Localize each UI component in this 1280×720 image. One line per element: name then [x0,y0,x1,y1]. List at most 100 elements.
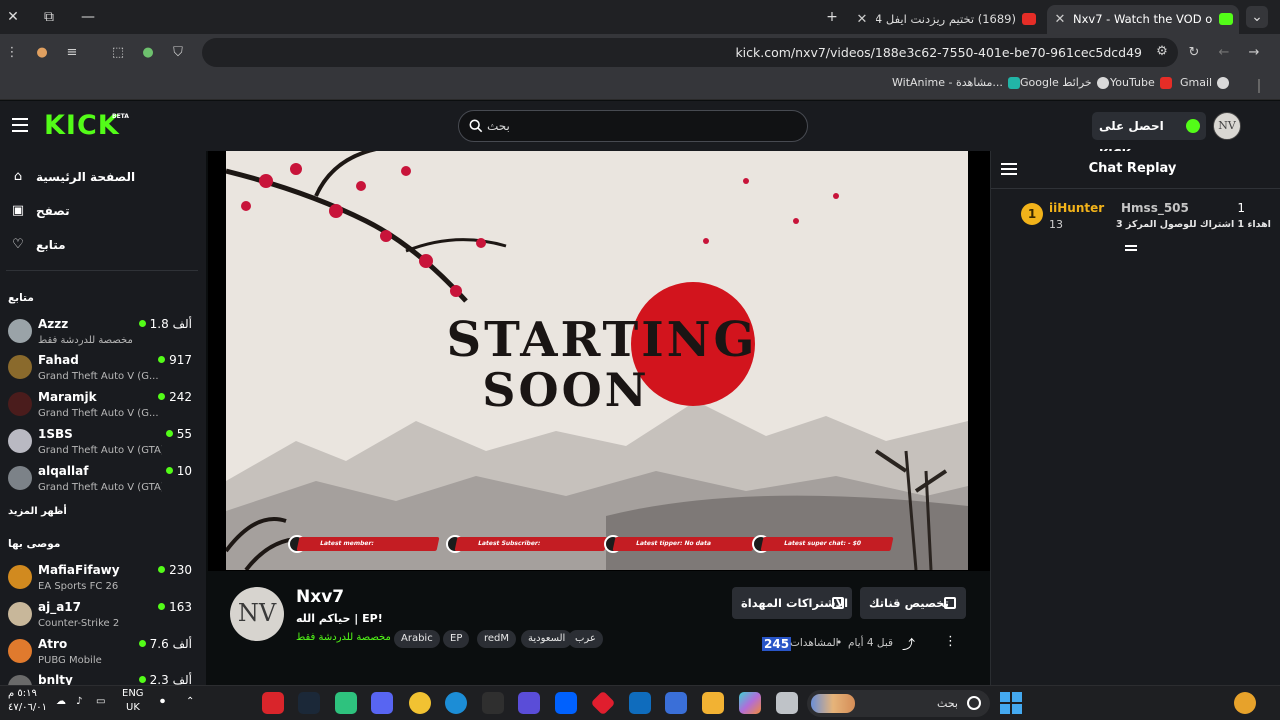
volume-icon[interactable]: ♪ [76,696,82,708]
viewer-count: 230 [158,563,192,577]
more-options-icon[interactable]: ⋮ [944,634,957,649]
media-app-icon[interactable] [262,692,284,714]
channel-avatar[interactable]: NV [230,587,284,641]
followed-channel-item[interactable]: Azzz مخصصة للدردشة فقط 1.8 ألف [0,315,206,351]
app-green-icon[interactable] [335,692,357,714]
followed-channel-item[interactable]: Fahad Grand Theft Auto V (G... 917 [0,351,206,387]
tab-close-icon[interactable]: ✕ [854,5,870,34]
bookmark-witanime[interactable]: WitAnime - مشاهدة... [892,72,1020,100]
shield-icon[interactable]: ⛉ [168,43,188,63]
pinned-expand-icon[interactable] [1125,245,1137,255]
edge-icon[interactable] [445,692,467,714]
bookmark-gmail[interactable]: Gmail [1180,72,1230,100]
close-window-icon[interactable]: ✕ [2,6,24,28]
dropbox-icon[interactable] [555,692,577,714]
app-red-diamond-icon[interactable] [590,690,616,716]
chat-title: Chat Replay [1088,161,1177,176]
minimize-window-icon[interactable]: — [77,6,99,28]
tray-chevron-icon[interactable]: ⌃ [186,696,194,708]
gift-subs-button[interactable]: الاشتراكات المهداة [732,587,852,619]
chrome-icon[interactable] [409,692,431,714]
followed-channel-item[interactable]: alqallaf Grand Theft Auto V (GTA) 10 [0,462,206,498]
followed-channel-item[interactable]: Maramjk Grand Theft Auto V (G... 242 [0,388,206,424]
tag-arab[interactable]: عرب [568,630,603,648]
clock-date[interactable]: ٤٧/٠٦/٠١ [8,702,47,714]
copilot-icon[interactable] [739,692,761,714]
sidebar-divider [6,270,198,271]
tag-saudi[interactable]: السعودية [521,630,573,648]
recommended-channel-item[interactable]: MafiaFifawy EA Sports FC 26 230 [0,561,206,597]
sidebar-item-label: الصفحة الرئيسية [36,170,136,184]
file-explorer-icon[interactable] [702,692,724,714]
forward-icon[interactable]: → [1244,43,1264,63]
epic-games-icon[interactable] [482,692,504,714]
network-icon[interactable]: ☁ [56,696,66,708]
recommended-channel-item[interactable]: Atro PUBG Mobile 7.6 ألف [0,635,206,671]
back-icon[interactable]: ← [1214,43,1234,63]
channel-avatar [8,429,32,453]
recommended-channel-item[interactable]: bnlty 2.3 ألف [0,671,206,685]
video-frame[interactable]: STARTING SOON Latest member: Latest Subs… [226,151,968,570]
steam-icon[interactable] [298,692,320,714]
search-input[interactable]: بحث [458,110,808,142]
get-kicks-button[interactable]: احصل على KICKs [1092,112,1206,161]
recommended-channel-item[interactable]: aj_a17 Counter-Strike 2 163 [0,598,206,634]
kick-logo[interactable]: KICK [44,110,120,141]
weather-icon[interactable] [1234,692,1256,714]
extensions-icon[interactable]: ⬚ [108,43,128,63]
tag-arabic[interactable]: Arabic [394,630,440,648]
tag-redm[interactable]: redM [477,630,517,648]
hamburger-menu-icon[interactable] [12,118,28,132]
tab-close-icon[interactable]: ✕ [1052,5,1068,34]
chat-username[interactable]: Hmss_505 [1121,201,1189,215]
customize-channel-button[interactable]: تخصيص قناتك [860,587,966,619]
language-top[interactable]: ENG [122,688,144,700]
store-icon[interactable] [665,692,687,714]
menu-dots-icon[interactable]: ⋮ [2,43,22,63]
task-view-icon[interactable] [776,692,798,714]
windows-start-icon[interactable] [1000,692,1022,714]
discord-icon[interactable] [371,692,393,714]
tab-search-chevron-icon[interactable]: ⌄ [1246,6,1268,28]
outlook-icon[interactable] [629,692,651,714]
taskbar-search[interactable]: بحث [807,690,990,717]
video-player[interactable]: STARTING SOON Latest member: Latest Subs… [208,151,990,571]
url-text[interactable]: kick.com/nxv7/videos/188e3c62-7550-401e-… [735,38,1142,67]
tag-ep[interactable]: EP [443,630,470,648]
battery-icon[interactable]: ▭ [96,696,105,708]
followed-channel-item[interactable]: 1SBS Grand Theft Auto V (GTA) 55 [0,425,206,461]
channel-name: Azzz [38,317,69,331]
bookmark-google-maps[interactable]: Google خرائط [1020,72,1109,100]
tab-kick[interactable]: ✕ Nxv7 - Watch the VOD on Kick [1047,5,1239,34]
language-bottom[interactable]: UK [126,702,140,714]
new-tab-button[interactable]: + [821,6,843,28]
app-purple-icon[interactable] [518,692,540,714]
sidebar-item-home[interactable]: ⌂ الصفحة الرئيسية [0,163,206,191]
bookmark-label: Google خرائط [1020,76,1092,89]
restore-window-icon[interactable]: ⧉ [38,6,60,28]
reading-list-icon[interactable]: ≡ [62,43,82,63]
kick-header: KICK BETA بحث احصل على KICKs NV [0,101,1280,161]
clock-time[interactable]: ٥:١٩ م [8,688,37,700]
bookmarks-bar: Gmail YouTube Google خرائط WitAnime - مش… [0,72,1280,100]
sidebar-item-following[interactable]: ♡ متابع [0,231,206,259]
show-more-link[interactable]: أظهر المزيد [8,506,67,517]
microphone-icon[interactable]: ⏺ [160,696,165,708]
channel-name[interactable]: Nxv7 [296,587,344,607]
extension-avatar-icon[interactable]: ● [32,43,52,63]
headline-line-2: SOON [482,363,649,417]
extension-badge-icon[interactable]: ● [138,43,158,63]
leader-username[interactable]: iiHunter [1049,201,1104,215]
bookmark-youtube[interactable]: YouTube [1110,72,1172,100]
channel-name: Atro [38,637,68,651]
stream-category[interactable]: مخصصة للدردشة فقط [296,632,391,643]
live-dot-icon [165,467,173,474]
share-icon[interactable]: ⤴ [902,634,915,653]
tab-youtube[interactable]: ✕ (1689) تختيم ريزدنت ايفل 4 ريميك [852,5,1042,34]
user-avatar[interactable]: NV [1213,112,1241,140]
address-bar[interactable]: kick.com/nxv7/videos/188e3c62-7550-401e-… [202,38,1178,67]
reload-icon[interactable]: ↻ [1184,43,1204,63]
site-settings-icon[interactable]: ⚙ [1152,42,1172,62]
sidebar-item-browse[interactable]: ▣ تصفح [0,197,206,225]
latest-subscriber-bar: Latest Subscriber: [454,537,608,551]
